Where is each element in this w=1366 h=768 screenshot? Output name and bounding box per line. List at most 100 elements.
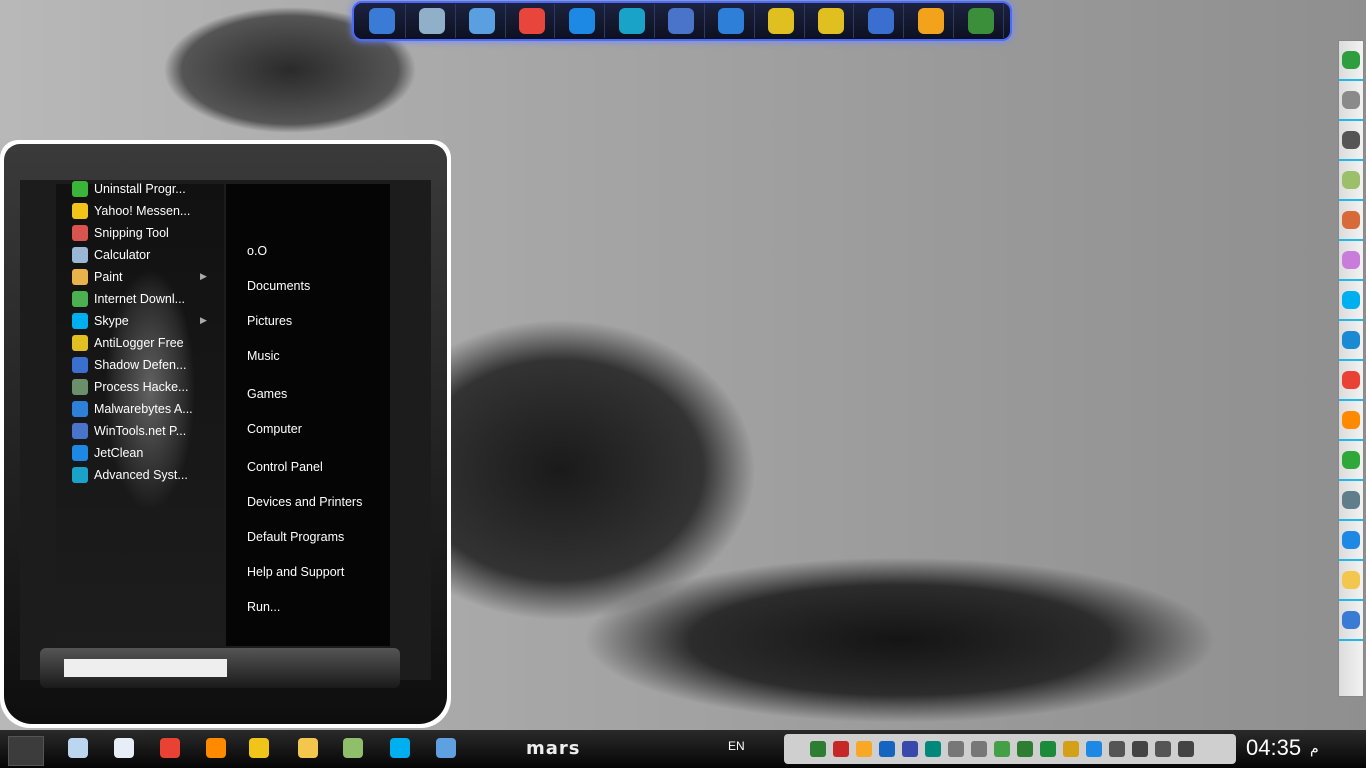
dock-item[interactable] — [759, 4, 805, 38]
teamviewer-icon[interactable] — [436, 738, 456, 758]
dock-item[interactable] — [559, 4, 606, 38]
zemana-tray-icon[interactable] — [1063, 741, 1079, 757]
dock-item[interactable] — [958, 4, 1004, 38]
side-dock-item[interactable] — [1339, 81, 1363, 121]
program-item[interactable]: Process Hacke... — [72, 376, 188, 398]
yahoo-messenger-icon[interactable] — [249, 738, 269, 758]
clock[interactable]: 04:35 — [1246, 735, 1301, 761]
program-item[interactable]: JetClean — [72, 442, 143, 464]
chrome-icon[interactable] — [160, 738, 180, 758]
internet-download-manager-icon — [72, 291, 88, 307]
computer-link[interactable]: Computer — [247, 422, 302, 436]
side-dock-item[interactable] — [1339, 601, 1363, 641]
document-icon[interactable] — [114, 738, 134, 758]
dock-item[interactable] — [609, 4, 656, 38]
search-input[interactable] — [64, 659, 227, 677]
malwarebytes-tray-icon[interactable] — [1086, 741, 1102, 757]
program-item[interactable]: Malwarebytes A... — [72, 398, 193, 420]
grid-icon — [1342, 51, 1360, 69]
zemana-antilogger-icon — [818, 8, 845, 34]
cpu-meter-icon[interactable] — [810, 741, 826, 757]
dock-item[interactable] — [460, 4, 506, 38]
side-dock-item[interactable] — [1339, 401, 1363, 441]
program-item[interactable]: Calculator — [72, 244, 150, 266]
help-support-link[interactable]: Help and Support — [247, 565, 344, 579]
volume-icon[interactable] — [1178, 741, 1194, 757]
program-item[interactable]: Internet Downl... — [72, 288, 185, 310]
side-dock-item[interactable] — [1339, 441, 1363, 481]
explorer-icon[interactable] — [298, 738, 318, 758]
messenger2-tray-icon[interactable] — [971, 741, 987, 757]
recycle-bin-icon — [419, 8, 446, 34]
program-item[interactable]: Shadow Defen... — [72, 354, 186, 376]
program-label: Shadow Defen... — [94, 358, 187, 372]
malwarebytes-icon — [72, 401, 88, 417]
check-icon[interactable] — [1017, 741, 1033, 757]
user-folder-link[interactable]: o.O — [247, 244, 267, 258]
wintools-tray-icon[interactable] — [902, 741, 918, 757]
control-panel-link[interactable]: Control Panel — [247, 460, 323, 474]
wintools-icon — [668, 8, 695, 34]
norton-icon[interactable] — [856, 741, 872, 757]
default-programs-link[interactable]: Default Programs — [247, 530, 344, 544]
side-dock-item[interactable] — [1339, 241, 1363, 281]
network-icon[interactable] — [343, 738, 363, 758]
skype-icon[interactable] — [390, 738, 410, 758]
firefox-icon[interactable] — [206, 738, 226, 758]
ccleaner-icon — [518, 8, 545, 34]
run-link[interactable]: Run... — [247, 600, 280, 614]
side-dock-item[interactable] — [1339, 121, 1363, 161]
program-item[interactable]: AntiLogger Free — [72, 332, 184, 354]
start-button[interactable] — [8, 736, 44, 766]
side-dock-item[interactable] — [1339, 321, 1363, 361]
task-manager-icon — [967, 8, 994, 34]
side-dock-item[interactable] — [1339, 481, 1363, 521]
devices-printers-link[interactable]: Devices and Printers — [247, 495, 362, 509]
side-dock-item[interactable] — [1339, 201, 1363, 241]
program-item[interactable]: Paint — [72, 266, 123, 288]
excel-icon[interactable] — [1040, 741, 1056, 757]
program-item[interactable]: Advanced Syst... — [72, 464, 188, 486]
documents-link[interactable]: Documents — [247, 279, 310, 293]
side-dock-item[interactable] — [1339, 561, 1363, 601]
side-dock-item[interactable] — [1339, 161, 1363, 201]
games-link[interactable]: Games — [247, 387, 287, 401]
music-link[interactable]: Music — [247, 349, 280, 363]
language-indicator[interactable]: EN — [728, 739, 745, 753]
program-item[interactable]: Skype — [72, 310, 129, 332]
puzzle-icon — [1342, 211, 1360, 229]
program-item[interactable]: Snipping Tool — [72, 222, 169, 244]
flag-icon[interactable] — [1109, 741, 1125, 757]
battery-icon[interactable] — [1132, 741, 1148, 757]
program-label: Internet Downl... — [94, 292, 186, 306]
program-label: WinTools.net P... — [94, 424, 187, 438]
teamviewer-icon — [1342, 331, 1360, 349]
dock-item[interactable] — [410, 4, 456, 38]
dock-item[interactable] — [908, 4, 955, 38]
messenger-tray-icon[interactable] — [948, 741, 964, 757]
side-dock-item[interactable] — [1339, 281, 1363, 321]
notepad-icon[interactable] — [68, 738, 88, 758]
bluetooth-icon[interactable] — [879, 741, 895, 757]
control-panel-icon — [469, 8, 496, 34]
jetclean-icon — [568, 8, 595, 34]
side-dock-item[interactable] — [1339, 361, 1363, 401]
program-item[interactable]: Uninstall Progr... — [72, 178, 186, 200]
dock-item[interactable] — [709, 4, 755, 38]
dock-item[interactable] — [360, 4, 406, 38]
side-dock-item[interactable] — [1339, 521, 1363, 561]
share-icon[interactable] — [994, 741, 1010, 757]
pictures-link[interactable]: Pictures — [247, 314, 292, 328]
program-label: Malwarebytes A... — [94, 402, 193, 416]
program-item[interactable]: WinTools.net P... — [72, 420, 186, 442]
signal-icon[interactable] — [1155, 741, 1171, 757]
sync-icon[interactable] — [925, 741, 941, 757]
dock-item[interactable] — [809, 4, 855, 38]
dock-item[interactable] — [659, 4, 705, 38]
dock-item[interactable] — [858, 4, 905, 38]
dock-item[interactable] — [510, 4, 556, 38]
network-graph-icon[interactable] — [833, 741, 849, 757]
notes-icon — [1342, 171, 1360, 189]
side-dock-item[interactable] — [1339, 41, 1363, 81]
program-item[interactable]: Yahoo! Messen... — [72, 200, 190, 222]
